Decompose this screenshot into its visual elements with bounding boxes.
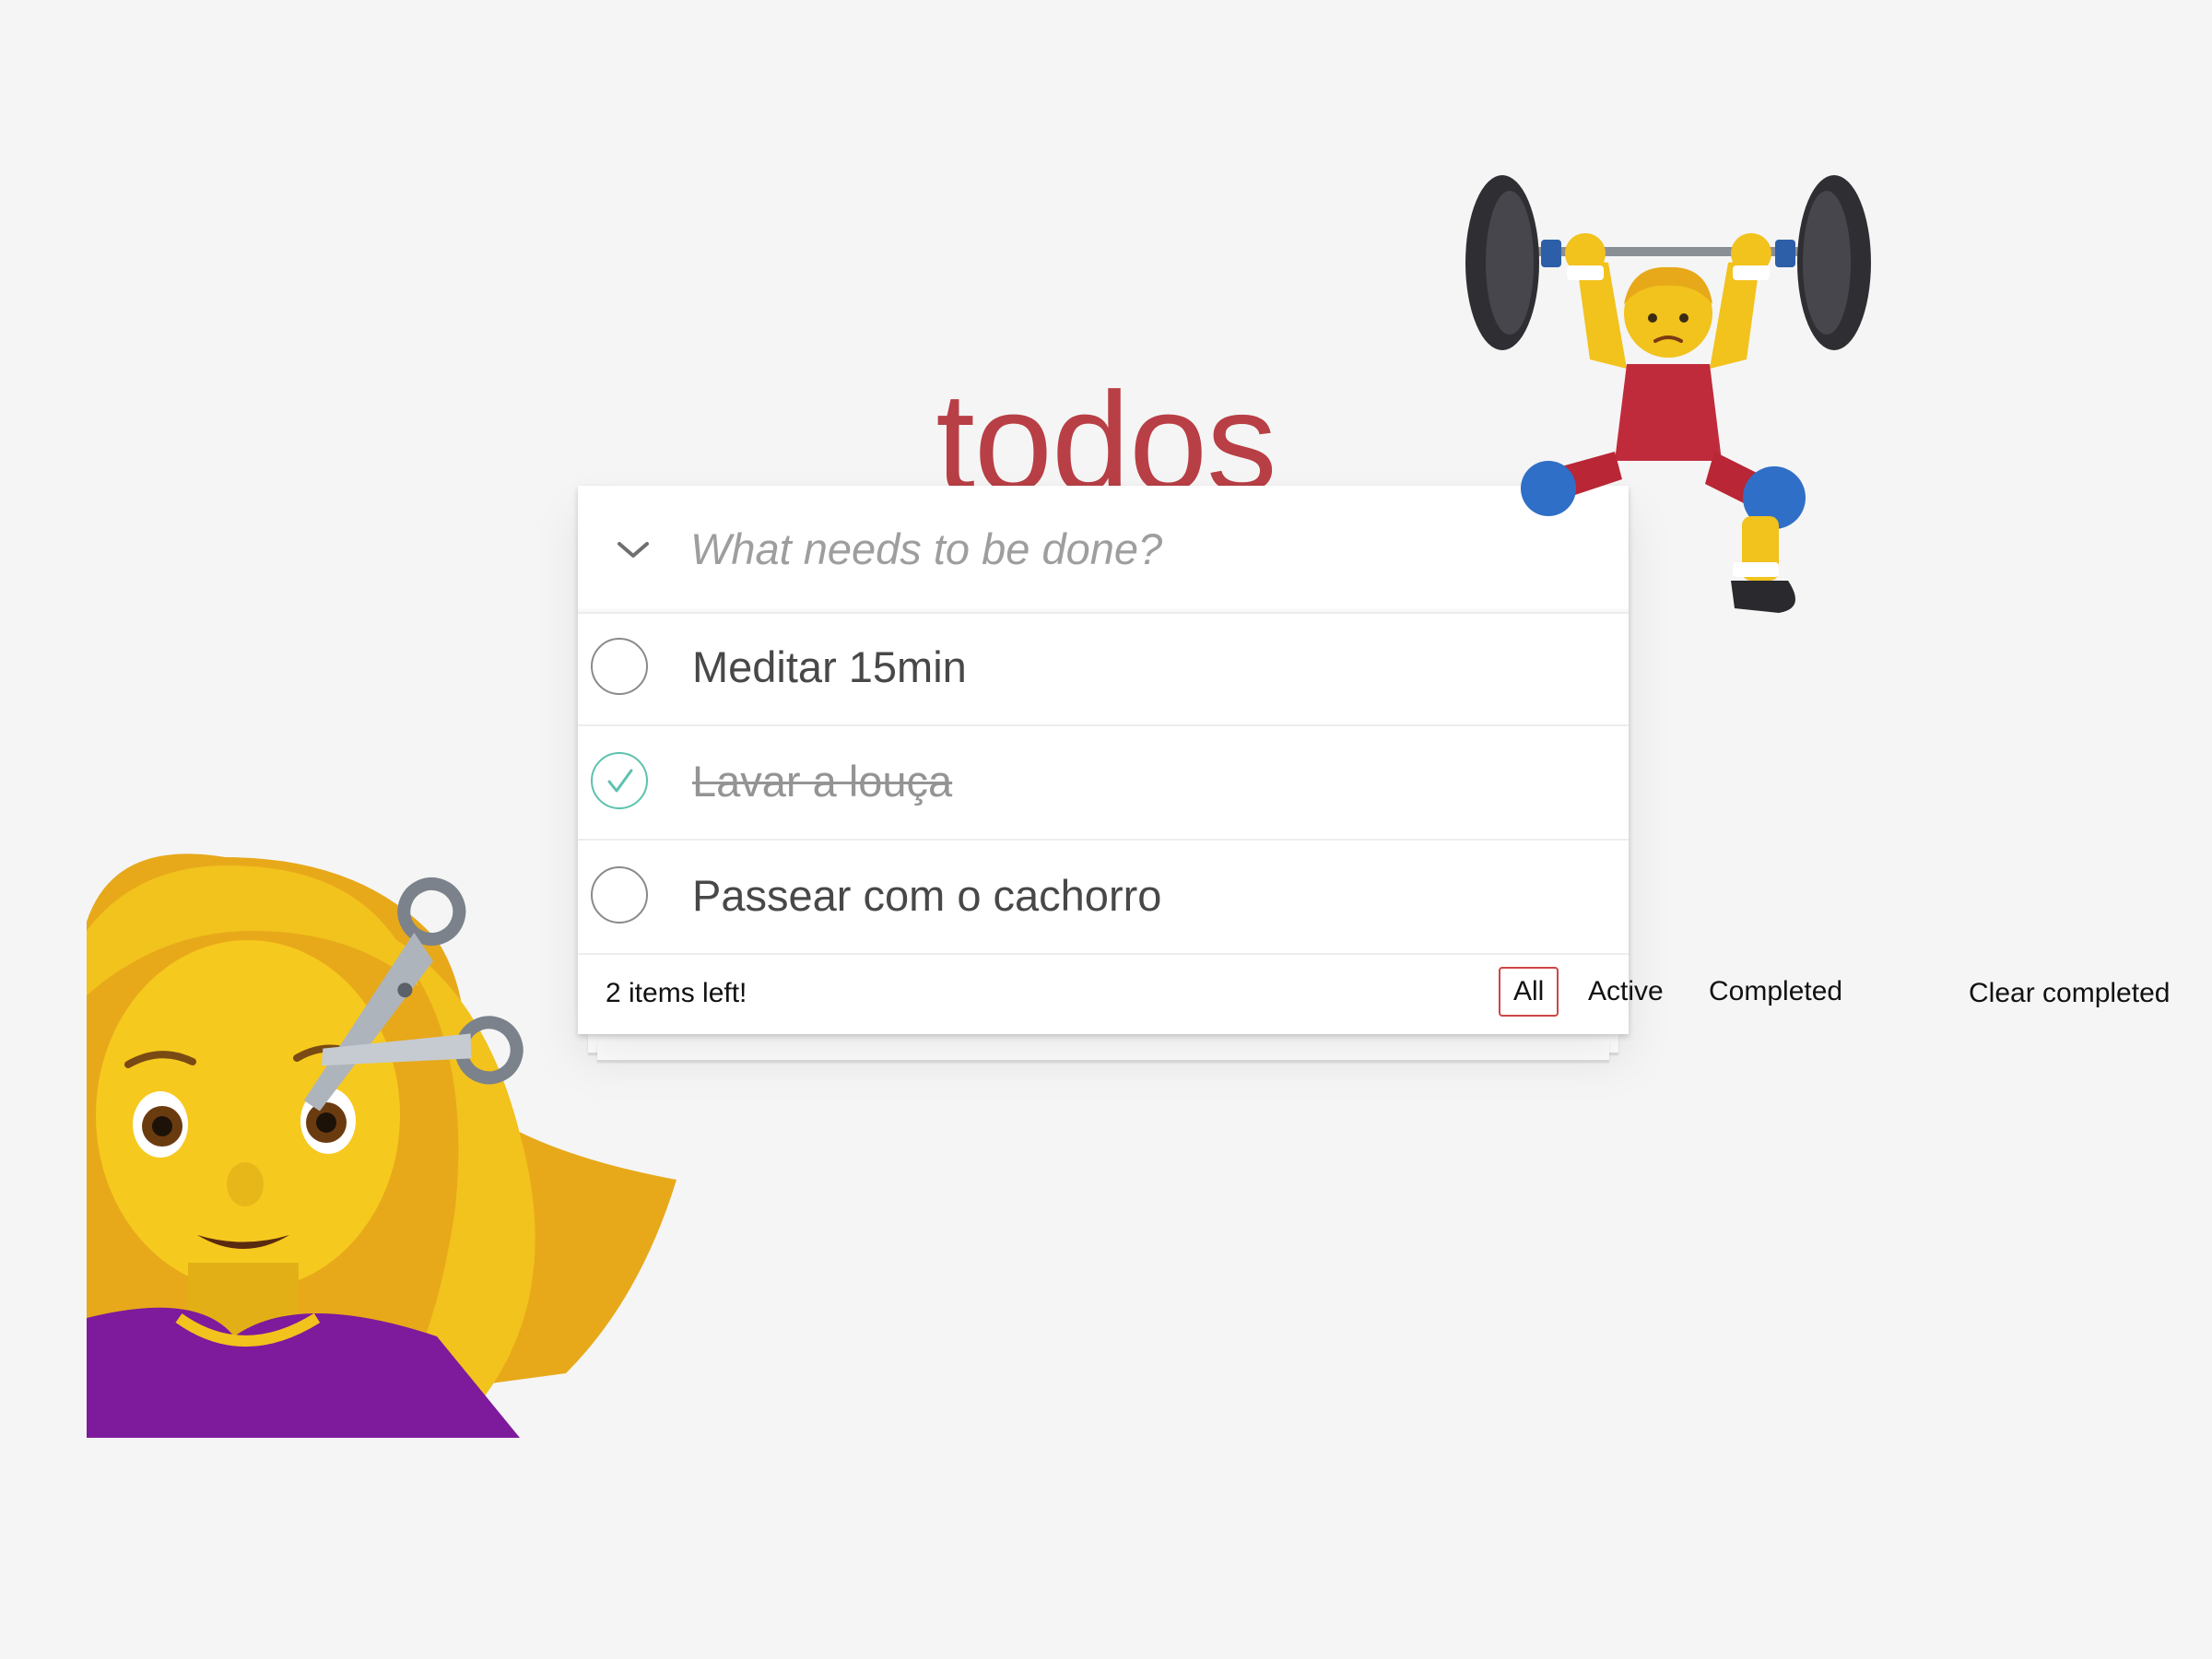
todo-checkbox[interactable] [591,752,648,809]
todo-item: Passear com o cachorro [578,841,1629,955]
todo-label[interactable]: Meditar 15min [692,640,967,695]
woman-getting-haircut-emoji [87,853,677,1438]
todo-list: Meditar 15min Lavar a louça Passear com … [578,612,1629,955]
todo-label[interactable]: Passear com o cachorro [692,868,1161,924]
todo-item: Lavar a louça [578,726,1629,841]
toggle-all-button[interactable] [606,523,661,578]
todo-footer: 2 items left! All Active Completed Clear… [578,956,2212,1033]
chevron-down-icon [618,542,649,558]
todo-label[interactable]: Lavar a louça [692,754,952,809]
person-lifting-weights-emoji [1465,175,1871,613]
filter-active[interactable]: Active [1573,967,1678,1017]
card-stack-layer [597,1041,1609,1061]
check-icon [607,769,633,793]
clear-completed-button[interactable]: Clear completed [1969,978,2170,1009]
filter-all[interactable]: All [1499,967,1559,1017]
filter-completed[interactable]: Completed [1694,967,1857,1017]
todo-checkbox[interactable] [591,638,648,695]
